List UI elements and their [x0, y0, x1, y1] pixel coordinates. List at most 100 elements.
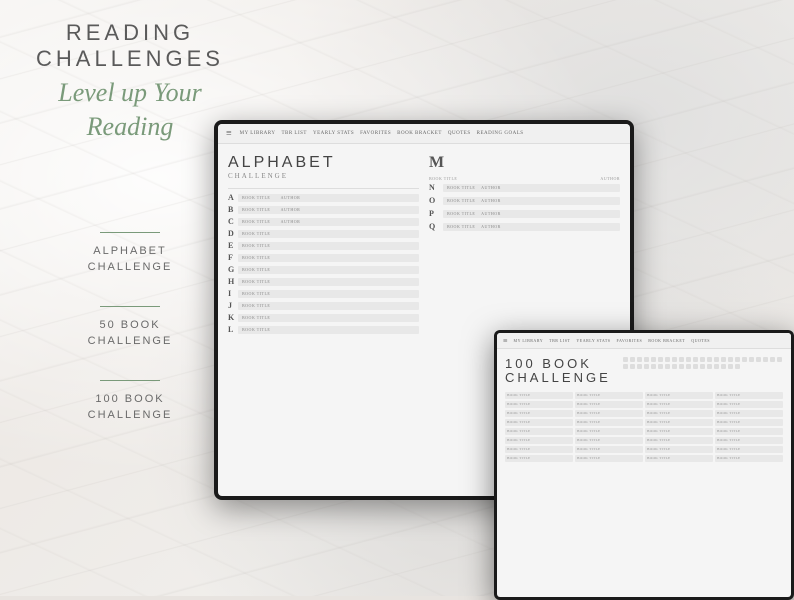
row-n: N BOOK TITLE AUTHOR — [429, 183, 620, 192]
divider-2 — [100, 306, 160, 307]
dot — [693, 357, 698, 362]
book-cell: BOOK TITLE — [575, 428, 643, 435]
hamburger-icon[interactable]: ≡ — [226, 128, 232, 139]
challenge-item-50[interactable]: 50 BOOKCHALLENGE — [88, 306, 173, 350]
row-c: C BOOK TITLE AUTHOR — [228, 217, 419, 226]
row-o: O BOOK TITLE AUTHOR — [429, 196, 620, 205]
dot — [693, 364, 698, 369]
nav-tbr-list[interactable]: TBR LIST — [281, 131, 307, 136]
dot — [637, 364, 642, 369]
dot — [623, 357, 628, 362]
dot — [637, 357, 642, 362]
right-col-labels: BOOK TITLE AUTHOR — [429, 176, 620, 181]
devices-panel: ≡ MY LIBRARY TBR LIST YEARLY STATS FAVOR… — [214, 120, 794, 600]
nav-front-library[interactable]: MY LIBRARY — [514, 338, 544, 343]
dot — [658, 357, 663, 362]
book-cell: BOOK TITLE — [575, 392, 643, 399]
dot — [651, 364, 656, 369]
row-l: L BOOK TITLE — [228, 325, 419, 334]
title-line2: Level up Your Reading — [30, 76, 230, 144]
divider-3 — [100, 380, 160, 381]
book-cell: BOOK TITLE — [645, 437, 713, 444]
nav-bar-front: ≡ MY LIBRARY TBR LIST YEARLY STATS FAVOR… — [497, 333, 791, 349]
book-cell: BOOK TITLE — [575, 410, 643, 417]
dot — [707, 357, 712, 362]
dot — [749, 357, 754, 362]
dot — [630, 364, 635, 369]
progress-dots — [623, 357, 783, 369]
dot — [623, 364, 628, 369]
dot — [658, 364, 663, 369]
title-line1: READING CHALLENGES — [30, 20, 230, 72]
row-f: F BOOK TITLE — [228, 253, 419, 262]
book-cell: BOOK TITLE — [645, 446, 713, 453]
book100-content: 100 BOOK CHALLENGE — [497, 349, 791, 597]
challenge-label-100: 100 BOOKCHALLENGE — [88, 391, 173, 424]
challenge-item-100[interactable]: 100 BOOKCHALLENGE — [88, 380, 173, 424]
book-cell: BOOK TITLE — [645, 401, 713, 408]
dot — [714, 357, 719, 362]
nav-my-library[interactable]: MY LIBRARY — [240, 131, 276, 136]
book-cell: BOOK TITLE — [715, 401, 783, 408]
book-cell: BOOK TITLE — [505, 455, 573, 462]
book-cell: BOOK TITLE — [715, 419, 783, 426]
book-cell: BOOK TITLE — [505, 446, 573, 453]
dot — [679, 357, 684, 362]
row-i: I BOOK TITLE — [228, 289, 419, 298]
nav-front-tbr[interactable]: TBR LIST — [549, 338, 570, 343]
dot — [735, 357, 740, 362]
dot — [777, 357, 782, 362]
dot — [735, 364, 740, 369]
nav-bar-back: ≡ MY LIBRARY TBR LIST YEARLY STATS FAVOR… — [218, 124, 630, 144]
nav-front-stats[interactable]: YEARLY STATS — [576, 338, 610, 343]
left-panel: READING CHALLENGES Level up Your Reading… — [30, 0, 230, 596]
book100-title-line2: CHALLENGE — [505, 371, 611, 385]
dot — [728, 357, 733, 362]
book-cell: BOOK TITLE — [505, 410, 573, 417]
nav-book-bracket[interactable]: BOOK BRACKET — [397, 131, 442, 136]
dot — [721, 357, 726, 362]
dot — [644, 364, 649, 369]
book-cell: BOOK TITLE — [645, 392, 713, 399]
dot — [770, 357, 775, 362]
book-cell: BOOK TITLE — [645, 419, 713, 426]
dot — [679, 364, 684, 369]
nav-front-fav[interactable]: FAVORITES — [617, 338, 643, 343]
letter-m-large: M — [429, 154, 620, 172]
book-cell: BOOK TITLE — [715, 455, 783, 462]
nav-front-quotes[interactable]: QUOTES — [691, 338, 710, 343]
book-cell: BOOK TITLE — [505, 428, 573, 435]
dot — [742, 357, 747, 362]
dot — [714, 364, 719, 369]
row-j: J BOOK TITLE — [228, 301, 419, 310]
row-k: K BOOK TITLE — [228, 313, 419, 322]
nav-front-bracket[interactable]: BOOK BRACKET — [648, 338, 685, 343]
row-e: E BOOK TITLE — [228, 241, 419, 250]
dot — [651, 357, 656, 362]
book-cell: BOOK TITLE — [575, 401, 643, 408]
book-cell: BOOK TITLE — [505, 419, 573, 426]
book-cell: BOOK TITLE — [575, 455, 643, 462]
challenge-item-alphabet[interactable]: ALPHABETCHALLENGE — [88, 232, 173, 276]
nav-yearly-stats[interactable]: YEARLY STATS — [313, 131, 354, 136]
hamburger-icon-small[interactable]: ≡ — [503, 336, 508, 345]
row-p: P BOOK TITLE AUTHOR — [429, 209, 620, 218]
dot — [686, 357, 691, 362]
book-cell: BOOK TITLE — [505, 401, 573, 408]
dot — [700, 357, 705, 362]
nav-reading-goals[interactable]: READING GOALS — [477, 131, 524, 136]
device-front: ≡ MY LIBRARY TBR LIST YEARLY STATS FAVOR… — [494, 330, 794, 600]
nav-favorites[interactable]: FAVORITES — [360, 131, 391, 136]
dot — [665, 357, 670, 362]
book-cell: BOOK TITLE — [715, 410, 783, 417]
book-cell: BOOK TITLE — [715, 428, 783, 435]
book-grid: BOOK TITLE BOOK TITLE BOOK TITLE BOOK TI… — [505, 392, 783, 462]
book-cell: BOOK TITLE — [715, 392, 783, 399]
dot — [707, 364, 712, 369]
dot — [728, 364, 733, 369]
book-cell: BOOK TITLE — [575, 446, 643, 453]
nav-quotes[interactable]: QUOTES — [448, 131, 471, 136]
book-cell: BOOK TITLE — [645, 428, 713, 435]
alphabet-left: ALPHABET CHALLENGE A BOOK TITLE AUTHOR B — [228, 154, 419, 486]
challenge-list: ALPHABETCHALLENGE 50 BOOKCHALLENGE 100 B… — [88, 232, 173, 454]
